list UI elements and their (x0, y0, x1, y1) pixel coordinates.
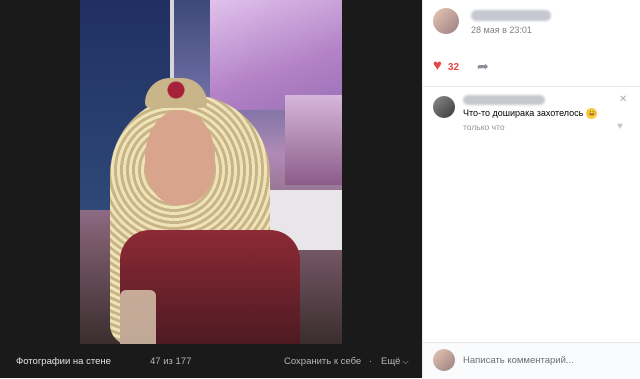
author-avatar[interactable] (433, 8, 459, 34)
share-icon[interactable]: ➦ (477, 58, 489, 75)
like-count: 32 (447, 62, 460, 73)
post-sidebar: 28 мая в 23:01 ♥ 32 ➦ Что-то доширака зах… (422, 0, 640, 379)
save-to-profile-button[interactable]: Сохранить к себе (284, 356, 361, 367)
comment-item: Что-то доширака захотелось 😀 только что ✕… (433, 94, 633, 144)
comment-text-body: Что-то доширака захотелось (463, 108, 584, 118)
photo[interactable] (80, 0, 342, 344)
photo-viewer: Фотографии на стене 47 из 177 Сохранить … (0, 0, 422, 378)
heart-icon: ♥ (433, 57, 442, 74)
chevron-down-icon: ⌵ (402, 356, 409, 366)
more-button[interactable]: Ещё ⌵ (381, 356, 409, 367)
divider (423, 86, 640, 87)
photo-counter: 47 из 177 (150, 355, 192, 367)
viewer-bottom-bar: Фотографии на стене 47 из 177 Сохранить … (0, 344, 422, 378)
comment-input[interactable] (463, 349, 631, 371)
post-header: 28 мая в 23:01 (433, 8, 633, 38)
photo-curtain (285, 95, 342, 185)
commenter-name-blurred[interactable] (463, 95, 545, 105)
post-date[interactable]: 28 мая в 23:01 (471, 25, 532, 35)
comment-composer (423, 342, 640, 379)
author-name-blurred[interactable] (471, 10, 551, 21)
like-button[interactable]: ♥ 32 (433, 57, 459, 75)
commenter-avatar[interactable] (433, 96, 455, 118)
more-label: Ещё (381, 355, 401, 367)
comment-heart-icon[interactable]: ♥ (617, 121, 623, 132)
comment-time[interactable]: только что (463, 122, 505, 132)
comment-text: Что-то доширака захотелось 😀 (463, 108, 598, 120)
separator-dot: · (369, 355, 373, 367)
close-icon[interactable]: ✕ (619, 94, 627, 105)
grin-emoji-icon: 😀 (586, 108, 598, 120)
post-actions: ♥ 32 ➦ (433, 58, 489, 74)
photo-crown (145, 78, 207, 108)
photo-glass (120, 290, 156, 344)
album-link[interactable]: Фотографии на стене (16, 356, 111, 367)
photo-ceiling (210, 0, 342, 110)
my-avatar[interactable] (433, 349, 455, 371)
photo-face (145, 110, 215, 205)
